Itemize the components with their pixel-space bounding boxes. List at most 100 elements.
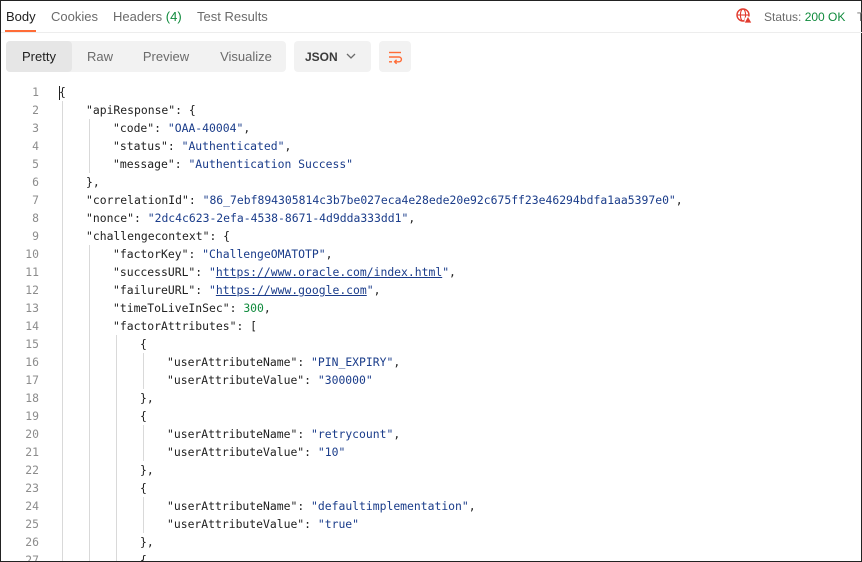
code-text: "userAttributeValue": "10": [167, 443, 345, 461]
json-string: "2dc4c623-2efa-4538-8671-4d9dda333dd1": [147, 211, 409, 225]
line-number: 23: [25, 481, 39, 495]
line-number: 4: [32, 139, 39, 153]
json-punctuation: },: [140, 463, 154, 477]
json-link[interactable]: https://www.oracle.com/index.html: [216, 265, 442, 279]
json-string: "retrycount": [311, 427, 394, 441]
line-number: 2: [32, 103, 39, 117]
json-key: "userAttributeName": [167, 355, 298, 369]
json-key: "apiResponse": [86, 103, 176, 117]
line-number: 10: [25, 247, 39, 261]
json-key: "code": [113, 121, 155, 135]
code-line: 24 "userAttributeName": "defaultimplement…: [1, 497, 861, 515]
view-mode-switcher: Pretty Raw Preview Visualize: [6, 41, 286, 72]
code-text: "timeToLiveInSec": 300,: [113, 299, 271, 317]
format-value: JSON: [305, 50, 338, 64]
line-number: 14: [25, 319, 39, 333]
indent-guide: [89, 119, 90, 173]
json-string: ": [366, 283, 374, 297]
tab-cookies[interactable]: Cookies: [51, 9, 98, 24]
code-line: 6},: [1, 173, 861, 191]
indent-guide: [143, 425, 144, 461]
code-line: 4 "status": "Authenticated",: [1, 137, 861, 155]
code-text: "code": "OAA-40004",: [113, 119, 250, 137]
code-line: 5 "message": "Authentication Success": [1, 155, 861, 173]
format-dropdown[interactable]: JSON: [294, 41, 371, 72]
json-punctuation: :: [134, 211, 148, 225]
line-number: 7: [32, 193, 39, 207]
json-punctuation: :: [297, 499, 312, 513]
json-key: "userAttributeName": [167, 499, 298, 513]
tab-body[interactable]: Body: [6, 9, 36, 24]
json-punctuation: ,: [468, 499, 476, 513]
code-line: 12 "failureURL": "https://www.google.com"…: [1, 281, 861, 299]
code-line: 26},: [1, 533, 861, 551]
json-punctuation: },: [140, 391, 154, 405]
chevron-down-icon: [346, 53, 356, 59]
code-line: 3 "code": "OAA-40004",: [1, 119, 861, 137]
json-key: "correlationId": [86, 193, 189, 207]
response-tabs: Body Cookies Headers (4) Test Results St…: [1, 1, 862, 33]
line-number: 1: [32, 85, 39, 99]
visualize-button[interactable]: Visualize: [206, 41, 286, 72]
tab-headers[interactable]: Headers (4): [113, 9, 182, 24]
indent-guide: [143, 497, 144, 533]
code-text: "factorKey": "ChallengeOMATOTP",: [113, 245, 332, 263]
text-cursor: [59, 86, 60, 100]
code-text: },: [140, 533, 154, 551]
status-code[interactable]: 200 OK: [805, 10, 846, 24]
code-text: {: [140, 335, 147, 353]
json-punctuation: :: [195, 283, 210, 297]
json-string: ": [209, 265, 216, 279]
json-punctuation: ,: [263, 301, 271, 315]
json-key: "userAttributeValue": [167, 373, 305, 387]
json-punctuation: :: [229, 301, 244, 315]
code-line: 18},: [1, 389, 861, 407]
code-text: "challengecontext": {: [86, 227, 230, 245]
line-number: 16: [25, 355, 39, 369]
line-number: 26: [25, 535, 39, 549]
code-line: 7 "correlationId": "86_7ebf894305814c3b7b…: [1, 191, 861, 209]
code-text: "userAttributeName": "PIN_EXPIRY",: [167, 353, 400, 371]
json-punctuation: :: [188, 193, 203, 207]
code-text: "userAttributeValue": "300000": [167, 371, 373, 389]
code-text: {: [140, 551, 147, 561]
json-punctuation: {: [140, 553, 147, 561]
json-key: "successURL": [113, 265, 196, 279]
json-key: "status": [113, 139, 168, 153]
line-number: 3: [32, 121, 39, 135]
json-punctuation: :: [174, 157, 189, 171]
json-string: "10": [317, 445, 346, 459]
pretty-button[interactable]: Pretty: [6, 41, 72, 72]
code-text: "factorAttributes": [: [113, 317, 257, 335]
code-text: "failureURL": "https://www.google.com",: [113, 281, 380, 299]
preview-button[interactable]: Preview: [130, 41, 202, 72]
line-number: 25: [25, 517, 39, 531]
indent-guide: [62, 101, 63, 561]
line-number: 5: [32, 157, 39, 171]
json-punctuation: ,: [393, 355, 401, 369]
tab-test-results[interactable]: Test Results: [197, 9, 268, 24]
globe-warning-icon[interactable]: [736, 8, 752, 24]
code-line: 15 {: [1, 335, 861, 353]
code-text: "status": "Authenticated",: [113, 137, 291, 155]
json-link[interactable]: https://www.google.com: [216, 283, 367, 297]
json-punctuation: {: [140, 409, 147, 423]
code-line: 8 "nonce": "2dc4c623-2efa-4538-8671-4d9dd…: [1, 209, 861, 227]
json-punctuation: ,: [325, 247, 333, 261]
response-body-code[interactable]: 1 {2 "apiResponse": {3 "code": "OAA-40004",…: [1, 83, 861, 561]
wrap-lines-button[interactable]: [379, 41, 411, 72]
code-line: 17 "userAttributeValue": "300000": [1, 371, 861, 389]
code-text: },: [140, 461, 154, 479]
line-number: 21: [25, 445, 39, 459]
json-punctuation: :: [167, 139, 182, 153]
json-punctuation: :: [154, 121, 168, 135]
raw-button[interactable]: Raw: [72, 41, 128, 72]
wrap-lines-icon: [389, 51, 403, 65]
code-line: 11 "successURL": "https://www.oracle.com/…: [1, 263, 861, 281]
json-punctuation: :: [195, 265, 210, 279]
json-key: "userAttributeName": [167, 427, 298, 441]
headers-count-badge: (4): [165, 9, 182, 24]
code-text: "successURL": "https://www.oracle.com/in…: [113, 263, 456, 281]
truncated-tab-text: T: [857, 10, 862, 24]
code-line: 13 "timeToLiveInSec": 300,: [1, 299, 861, 317]
